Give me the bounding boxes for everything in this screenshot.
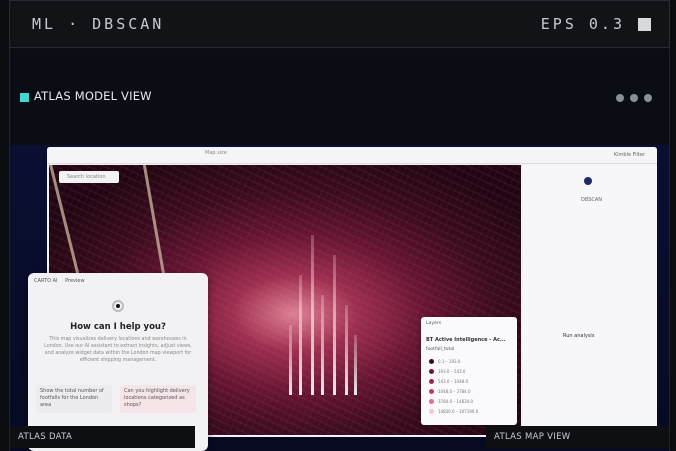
legend-item-label: 0.1 – 193.0 <box>438 359 461 364</box>
legend-item-label: 14830.0 – 107190.0 <box>438 409 479 414</box>
legend-swatch <box>429 359 434 364</box>
legend-title: Layers <box>426 321 442 326</box>
dot-icon <box>644 94 652 102</box>
chat-heading: How can I help you? <box>70 322 166 332</box>
search-input[interactable]: Search location <box>59 171 119 183</box>
chat-description: This map visualizes delivery locations a… <box>44 337 192 363</box>
suggestion-chip[interactable]: Can you highlight delivery locations cat… <box>120 385 196 413</box>
legend-item: 3784.0 – 14830.0 <box>429 399 473 404</box>
legend-panel: Layers BT Active Intelligence - Ac... fo… <box>421 317 517 425</box>
legend-subheading: footfall_total <box>426 347 455 352</box>
panel-title: ATLAS MODEL VIEW <box>34 89 152 103</box>
spike-mark <box>289 325 292 395</box>
eps-value: EPS 0.3 <box>540 15 625 33</box>
eps-indicator-icon <box>638 18 651 31</box>
assistant-avatar-icon <box>112 300 124 312</box>
legend-item: 14830.0 – 107190.0 <box>429 409 478 414</box>
legend-item-label: 1048.0 – 3784.0 <box>438 389 471 394</box>
page-title: ML · DBSCAN <box>32 15 165 33</box>
legend-swatch <box>429 369 434 374</box>
spike-mark <box>354 335 357 395</box>
spike-mark <box>333 255 336 395</box>
legend-swatch <box>429 399 434 404</box>
panel-header: ATLAS MODEL VIEW <box>10 49 669 146</box>
spike-mark <box>345 305 348 395</box>
legend-swatch <box>429 389 434 394</box>
legend-item: 193.0 – 543.0 <box>429 369 465 374</box>
atlas-viewport[interactable]: Map size Kimble Filter Search location D… <box>10 145 669 451</box>
app-toolbar: Map size Kimble Filter <box>47 147 657 164</box>
top-bar: ML · DBSCAN EPS 0.3 <box>9 0 670 48</box>
dot-icon <box>630 94 638 102</box>
legend-swatch <box>429 409 434 414</box>
legend-item: 543.0 – 1048.0 <box>429 379 468 384</box>
legend-item: 1048.0 – 3784.0 <box>429 389 471 394</box>
workflow-pane: DBSCAN Run analysis <box>523 165 657 437</box>
workflow-node-icon <box>584 177 592 185</box>
legend-swatch <box>429 379 434 384</box>
atlas-data-label: ATLAS DATA <box>10 426 195 448</box>
ai-chat-panel: CARTO AI Preview How can I help you? Thi… <box>28 273 208 451</box>
chat-header: CARTO AI Preview <box>34 278 85 284</box>
legend-item-label: 3784.0 – 14830.0 <box>438 399 474 404</box>
run-analysis-button[interactable]: Run analysis <box>563 333 594 339</box>
more-options-button[interactable] <box>616 94 652 102</box>
legend-heading: BT Active Intelligence - Ac... <box>426 337 506 343</box>
chat-tab[interactable]: Preview <box>65 278 84 284</box>
legend-item-label: 543.0 – 1048.0 <box>438 379 468 384</box>
legend-item-label: 193.0 – 543.0 <box>438 369 466 374</box>
chat-title: CARTO AI <box>34 278 58 284</box>
zoom-label: Map size <box>205 150 227 156</box>
spike-mark <box>299 275 302 395</box>
spike-mark <box>311 235 314 395</box>
atlas-map-view-label: ATLAS MAP VIEW <box>486 426 669 448</box>
spike-mark <box>321 295 324 395</box>
legend-item: 0.1 – 193.0 <box>429 359 460 364</box>
suggestion-chip[interactable]: Show the total number of footfalls for t… <box>36 385 112 413</box>
kind-filter-label: Kimble Filter <box>613 152 645 158</box>
node-label: DBSCAN <box>581 197 603 203</box>
cyan-square-icon <box>20 93 29 102</box>
dot-icon <box>616 94 624 102</box>
